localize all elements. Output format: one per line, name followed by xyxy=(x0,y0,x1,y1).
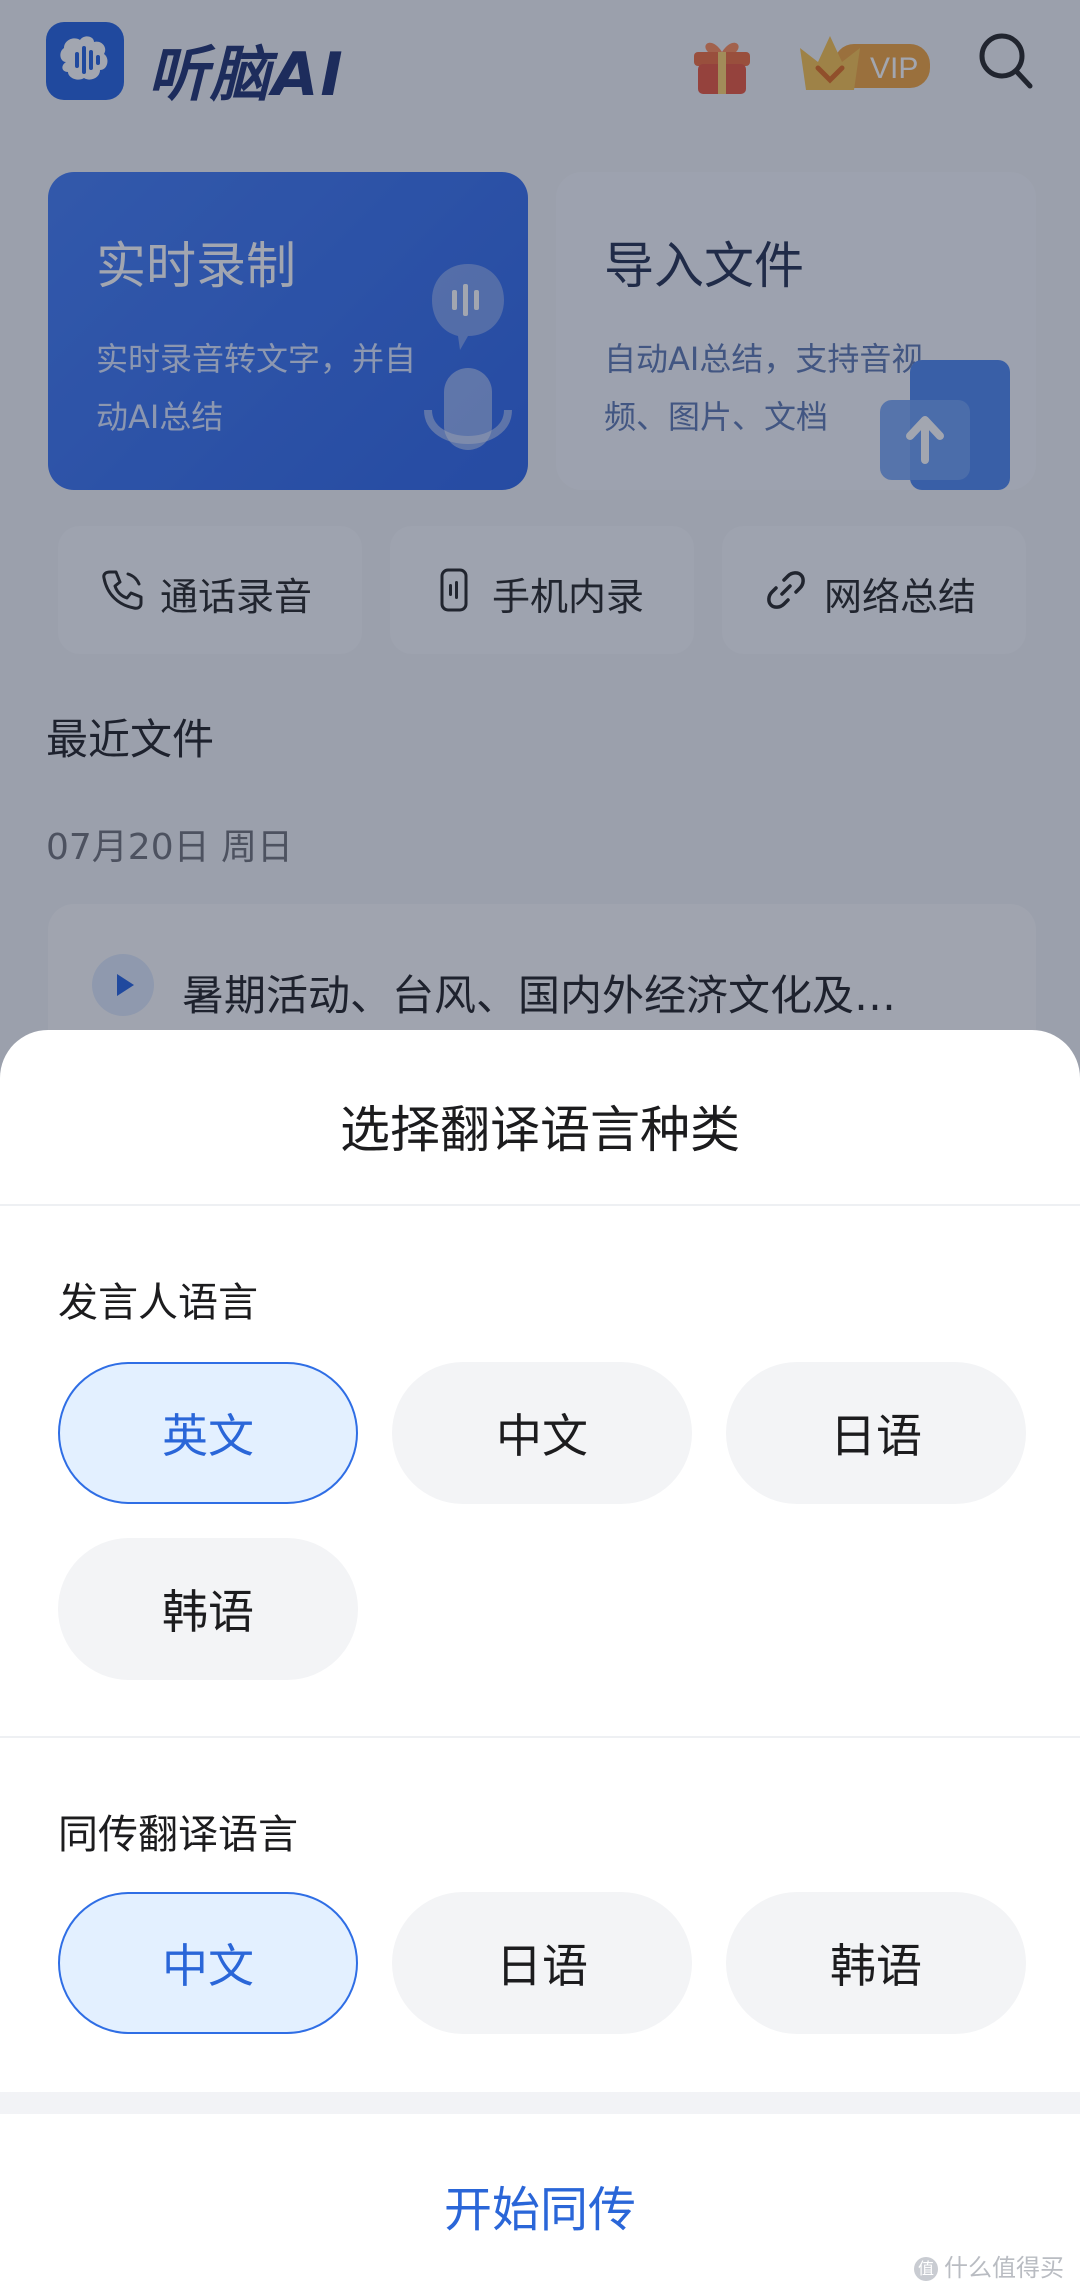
watermark: 值什么值得买 xyxy=(914,2248,1064,2283)
target-option-chinese[interactable]: 中文 xyxy=(58,1892,358,2034)
speaker-option-korean[interactable]: 韩语 xyxy=(58,1538,358,1680)
target-option-japanese[interactable]: 日语 xyxy=(392,1892,692,2034)
divider xyxy=(0,1204,1080,1206)
watermark-icon: 值 xyxy=(914,2257,938,2281)
target-language-label: 同传翻译语言 xyxy=(58,1812,298,1858)
speaker-option-japanese[interactable]: 日语 xyxy=(726,1362,1026,1504)
speaker-option-english[interactable]: 英文 xyxy=(58,1362,358,1504)
translation-language-sheet: 选择翻译语言种类 发言人语言 英文 中文 日语 韩语 同传翻译语言 中文 日语 … xyxy=(0,1030,1080,2295)
section-separator xyxy=(0,2092,1080,2114)
watermark-text: 什么值得买 xyxy=(944,2254,1064,2282)
divider xyxy=(0,1736,1080,1738)
speaker-option-chinese[interactable]: 中文 xyxy=(392,1362,692,1504)
sheet-title: 选择翻译语言种类 xyxy=(340,1101,740,1159)
speaker-language-label: 发言人语言 xyxy=(58,1280,258,1326)
target-option-korean[interactable]: 韩语 xyxy=(726,1892,1026,2034)
